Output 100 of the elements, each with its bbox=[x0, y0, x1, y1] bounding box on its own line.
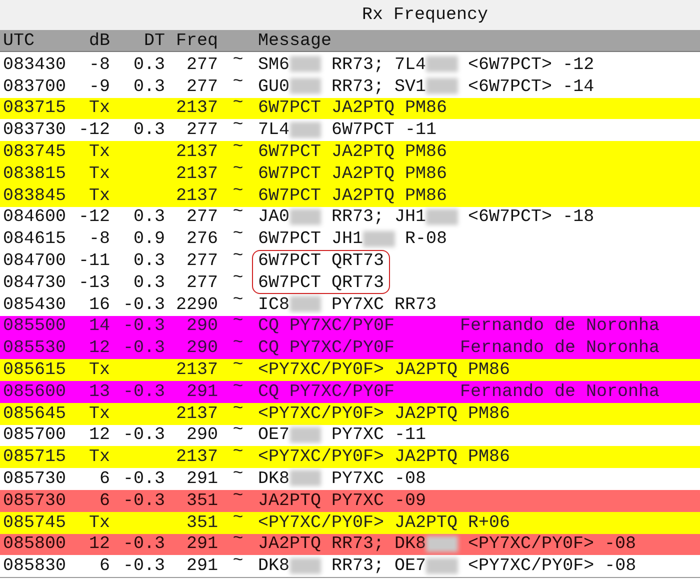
db-cell-text: Tx bbox=[88, 447, 110, 468]
db-cell-text: Tx bbox=[88, 164, 110, 184]
message-text: DK8 RR73; OE7 <PY7XC/PY0F> -08 bbox=[258, 556, 636, 576]
message-text: DK8 PY7XC -08 bbox=[258, 469, 428, 490]
log-row[interactable]: 085645 Tx 2137 ~ <PY7XC/PY0F> JA2PTQ PM86 bbox=[0, 402, 700, 425]
db-cell-text: Tx bbox=[88, 98, 110, 118]
log-row[interactable]: 085800 12 -0.3 291 ~ JA2PTQ RR73; DK8 <PY7XC/PY0F> -08 bbox=[0, 534, 700, 556]
message-text: 6W7PCT JA2PTQ PM86 bbox=[258, 164, 448, 184]
log-row[interactable]: 085745 Tx 351 ~ <PY7XC/PY0F> JA2PTQ R+06 bbox=[0, 512, 700, 534]
utc-cell-text: 085730 bbox=[3, 469, 68, 490]
dt-cell-text: -0.3 bbox=[122, 316, 165, 336]
message-text: <PY7XC/PY0F> JA2PTQ R+06 bbox=[258, 512, 510, 533]
dt-cell-text: 0.3 bbox=[132, 120, 165, 140]
db-cell-text: -13 bbox=[77, 272, 110, 293]
message-text: <PY7XC/PY0F> JA2PTQ PM86 bbox=[258, 447, 510, 468]
message-text: JA2PTQ PY7XC -09 bbox=[258, 490, 428, 511]
log-row[interactable]: 085530 12 -0.3 290 ~ CQ PY7XC/PY0F Fernando de Noronha bbox=[0, 337, 700, 360]
dt-cell-text: -0.3 bbox=[122, 469, 165, 490]
db-cell-text: -11 bbox=[77, 251, 110, 272]
blurred-patch bbox=[426, 78, 458, 94]
blurred-patch bbox=[290, 426, 322, 443]
utc-cell-text: 083715 bbox=[3, 98, 68, 118]
message-text: <PY7XC/PY0F> JA2PTQ PM86 bbox=[258, 360, 510, 380]
blurred-patch bbox=[290, 470, 322, 486]
utc-cell-text: 083700 bbox=[3, 76, 68, 97]
freq-cell-text: 2137 bbox=[174, 447, 218, 468]
freq-cell-text: 277 bbox=[185, 120, 218, 140]
blurred-patch bbox=[290, 78, 322, 94]
utc-cell-text: 085645 bbox=[3, 404, 68, 424]
utc-cell-text: 083845 bbox=[3, 186, 68, 206]
db-cell-text: Tx bbox=[88, 186, 110, 206]
log-row[interactable]: 085700 12 -0.3 290 ~ OE7 PY7XC -11 bbox=[0, 424, 700, 446]
freq-cell-text: 2137 bbox=[174, 164, 218, 184]
log-row[interactable]: 085500 14 -0.3 290 ~ CQ PY7XC/PY0F Fernando de Noronha bbox=[0, 316, 700, 338]
blurred-patch bbox=[290, 122, 322, 138]
log-row[interactable]: 085600 13 -0.3 291 ~ CQ PY7XC/PY0F Fernando de Noronha bbox=[0, 380, 700, 403]
country-text: Fernando de Noronha bbox=[460, 338, 660, 358]
log-row[interactable]: 083745 Tx 2137 ~ 6W7PCT JA2PTQ PM86 bbox=[0, 141, 700, 163]
blurred-patch bbox=[426, 558, 458, 574]
log-row[interactable]: 083715 Tx 2137 ~ 6W7PCT JA2PTQ PM86 bbox=[0, 98, 700, 120]
message-text: 6W7PCT JA2PTQ PM86 bbox=[258, 98, 448, 118]
db-cell-text: -12 bbox=[77, 207, 110, 228]
utc-cell-text: 084730 bbox=[3, 272, 68, 293]
dt-cell-text: -0.3 bbox=[122, 534, 165, 554]
message-text: CQ PY7XC/PY0F bbox=[258, 382, 396, 402]
db-cell-text: -8 bbox=[88, 229, 110, 250]
message-text: JA0 RR73; JH1 <6W7PCT> -18 bbox=[258, 207, 594, 228]
log-row[interactable]: 085615 Tx 2137 ~ <PY7XC/PY0F> JA2PTQ PM86 bbox=[0, 359, 700, 381]
log-row[interactable]: 083845 Tx 2137 ~ 6W7PCT JA2PTQ PM86 bbox=[0, 184, 700, 207]
log-row[interactable]: 085715 Tx 2137 ~ <PY7XC/PY0F> JA2PTQ PM86 bbox=[0, 446, 700, 468]
db-cell-text: 14 bbox=[88, 316, 110, 336]
db-cell-text: 6 bbox=[98, 556, 110, 576]
db-cell-text: -12 bbox=[77, 120, 110, 140]
utc-cell-text: 085800 bbox=[3, 534, 68, 554]
freq-cell-text: 277 bbox=[185, 54, 218, 75]
freq-cell-text: 290 bbox=[185, 338, 218, 358]
freq-cell-text: 2290 bbox=[174, 294, 218, 315]
dt-cell-text: -0.3 bbox=[122, 490, 165, 511]
blurred-patch bbox=[290, 56, 322, 72]
log-row[interactable]: 083815 Tx 2137 ~ 6W7PCT JA2PTQ PM86 bbox=[0, 162, 700, 185]
db-cell-text: -8 bbox=[88, 54, 110, 75]
utc-cell-text: 085430 bbox=[3, 294, 68, 315]
freq-cell-text: 351 bbox=[185, 490, 218, 511]
db-cell-text: Tx bbox=[88, 404, 110, 424]
db-cell-text: 6 bbox=[98, 490, 110, 511]
db-cell-text: -9 bbox=[88, 76, 110, 97]
log-row[interactable]: 085730 6 -0.3 351 ~ JA2PTQ PY7XC -09 bbox=[0, 490, 700, 512]
dt-cell-text: -0.3 bbox=[122, 425, 165, 446]
utc-cell-text: 083430 bbox=[3, 54, 68, 75]
freq-cell-text: 277 bbox=[185, 251, 218, 272]
message-text: 7L4 6W7PCT -11 bbox=[258, 120, 438, 140]
freq-cell-text: 2137 bbox=[174, 404, 218, 424]
message-text: 6W7PCT JA2PTQ PM86 bbox=[258, 186, 448, 206]
freq-cell-text: 291 bbox=[185, 534, 218, 554]
db-header: dB bbox=[88, 30, 110, 50]
blurred-patch bbox=[363, 230, 395, 247]
freq-cell-text: 2137 bbox=[174, 360, 218, 380]
message-text: IC8 PY7XC RR73 bbox=[258, 294, 438, 315]
utc-cell-text: 085615 bbox=[3, 360, 68, 380]
dt-cell-text: 0.3 bbox=[132, 251, 165, 272]
db-cell-text: 13 bbox=[88, 382, 110, 402]
utc-cell-text: 085730 bbox=[3, 490, 68, 511]
dt-cell-text: -0.3 bbox=[122, 338, 165, 358]
dt-cell-text: 0.3 bbox=[132, 272, 165, 293]
utc-cell-text: 084700 bbox=[3, 251, 68, 272]
message-text: 6W7PCT QRT73 bbox=[258, 251, 386, 272]
blurred-patch bbox=[426, 536, 458, 552]
freq-cell-text: 291 bbox=[185, 556, 218, 576]
blurred-patch bbox=[290, 558, 322, 574]
message-text: 6W7PCT QRT73 bbox=[258, 272, 386, 293]
message-text: GU0 RR73; SV1 <6W7PCT> -14 bbox=[258, 76, 594, 97]
freq-cell-text: 290 bbox=[185, 425, 218, 446]
db-cell-text: 12 bbox=[88, 425, 110, 446]
utc-cell-text: 085530 bbox=[3, 338, 68, 358]
dt-cell-text: 0.9 bbox=[132, 229, 165, 250]
db-cell-text: 16 bbox=[88, 294, 110, 315]
message-text: <PY7XC/PY0F> JA2PTQ PM86 bbox=[258, 404, 510, 424]
utc-cell-text: 085715 bbox=[3, 447, 68, 468]
message-text: CQ PY7XC/PY0F bbox=[258, 338, 396, 358]
blurred-patch bbox=[426, 208, 458, 225]
